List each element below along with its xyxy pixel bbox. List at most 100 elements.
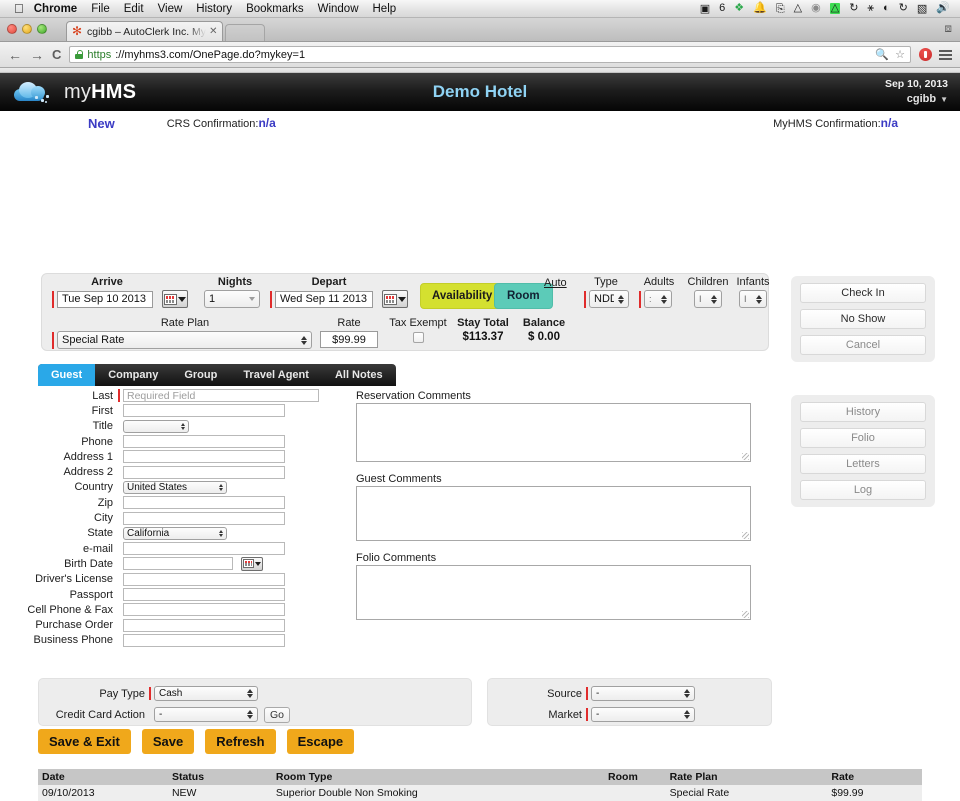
- tab-company[interactable]: Company: [95, 364, 171, 386]
- tab-group[interactable]: Group: [171, 364, 230, 386]
- tab-close-icon[interactable]: ✕: [209, 26, 217, 37]
- first-name-input[interactable]: [123, 404, 285, 417]
- source-select[interactable]: -: [591, 686, 695, 701]
- availability-button[interactable]: Availability: [420, 283, 504, 309]
- infants-select[interactable]: I: [739, 290, 767, 308]
- app-icon[interactable]: △: [830, 3, 840, 14]
- zip-input[interactable]: [123, 496, 285, 509]
- display-icon[interactable]: ▧: [917, 3, 927, 14]
- state-select[interactable]: California: [123, 527, 227, 540]
- passport-input[interactable]: [123, 588, 285, 601]
- last-name-input[interactable]: Required Field: [123, 389, 319, 402]
- purchase-order-input[interactable]: [123, 619, 285, 632]
- title-select[interactable]: [123, 420, 189, 433]
- nights-select[interactable]: 1: [204, 290, 260, 308]
- no-show-button[interactable]: No Show: [800, 309, 926, 329]
- menu-window[interactable]: Window: [318, 3, 359, 15]
- bluetooth-icon[interactable]: ⚹: [867, 3, 874, 14]
- city-input[interactable]: [123, 512, 285, 525]
- credit-card-action-select[interactable]: -: [154, 707, 258, 722]
- stop-icon[interactable]: [919, 48, 932, 61]
- back-button[interactable]: ←: [8, 48, 22, 62]
- tax-exempt-checkbox[interactable]: [413, 332, 424, 343]
- tab-all-notes[interactable]: All Notes: [322, 364, 396, 386]
- refresh-button[interactable]: Refresh: [205, 729, 275, 754]
- type-select[interactable]: NDD: [589, 290, 629, 308]
- last-required-marker: [118, 389, 120, 402]
- cancel-button[interactable]: Cancel: [800, 335, 926, 355]
- auto-link[interactable]: Auto: [544, 277, 567, 289]
- menu-bookmarks[interactable]: Bookmarks: [246, 3, 304, 15]
- table-row[interactable]: 09/10/2013 NEW Superior Double Non Smoki…: [38, 785, 922, 801]
- hamburger-icon[interactable]: [939, 50, 952, 60]
- new-tab-button[interactable]: [225, 24, 265, 41]
- menu-help[interactable]: Help: [373, 3, 397, 15]
- pay-type-select[interactable]: Cash: [154, 686, 258, 701]
- menu-view[interactable]: View: [158, 3, 183, 15]
- dropbox-icon[interactable]: ❖: [734, 3, 744, 14]
- address2-input[interactable]: [123, 466, 285, 479]
- history-button[interactable]: History: [800, 402, 926, 422]
- minimize-window-button[interactable]: [22, 24, 32, 34]
- rate-plan-select[interactable]: Special Rate: [57, 331, 312, 349]
- check-in-button[interactable]: Check In: [800, 283, 926, 303]
- close-window-button[interactable]: [7, 24, 17, 34]
- adobe-icon[interactable]: ▣: [700, 3, 710, 14]
- tab-travel-agent[interactable]: Travel Agent: [230, 364, 322, 386]
- escape-button[interactable]: Escape: [287, 729, 355, 754]
- menu-edit[interactable]: Edit: [124, 3, 144, 15]
- volume-icon[interactable]: 🔊: [936, 3, 950, 14]
- reservation-comments-textarea[interactable]: [356, 403, 751, 462]
- address1-input[interactable]: [123, 450, 285, 463]
- save-and-exit-button[interactable]: Save & Exit: [38, 729, 131, 754]
- birth-date-calendar-icon[interactable]: [241, 557, 263, 571]
- guest-comments-textarea[interactable]: [356, 486, 751, 541]
- search-icon[interactable]: 🔍: [875, 48, 889, 61]
- market-select[interactable]: -: [591, 707, 695, 722]
- rate-input[interactable]: $99.99: [320, 331, 378, 348]
- menu-file[interactable]: File: [91, 3, 110, 15]
- forward-button[interactable]: →: [30, 48, 44, 62]
- header-user-menu[interactable]: cgibb▼: [885, 92, 948, 107]
- tab-guest[interactable]: Guest: [38, 364, 95, 386]
- go-button[interactable]: Go: [264, 707, 290, 723]
- cell-phone-fax-input[interactable]: [123, 603, 285, 616]
- bell-icon[interactable]: 🔔: [753, 3, 767, 14]
- birth-date-input[interactable]: [123, 557, 233, 570]
- drive-icon[interactable]: △: [794, 3, 802, 14]
- wifi-icon[interactable]: ◐: [883, 3, 890, 14]
- country-select[interactable]: United States: [123, 481, 227, 494]
- system-tray: ▣ 6 ❖ 🔔 ⎘ △ ◉ △ ↻ ⚹ ◐ ↻ ▧ 🔊: [700, 3, 950, 14]
- depart-date-input[interactable]: Wed Sep 11 2013: [275, 291, 373, 308]
- letters-button[interactable]: Letters: [800, 454, 926, 474]
- email-input[interactable]: [123, 542, 285, 555]
- log-button[interactable]: Log: [800, 480, 926, 500]
- zoom-window-button[interactable]: [37, 24, 47, 34]
- menu-chrome[interactable]: Chrome: [34, 3, 77, 15]
- arrive-calendar-icon[interactable]: [162, 290, 188, 308]
- depart-calendar-icon[interactable]: [382, 290, 408, 308]
- timemachine-icon[interactable]: ↻: [849, 3, 858, 14]
- evernote-icon[interactable]: ◉: [811, 3, 821, 14]
- children-select[interactable]: I: [694, 290, 722, 308]
- address-bar[interactable]: https://myhms3.com/OnePage.do?mykey=1 🔍 …: [69, 46, 911, 63]
- drivers-license-input[interactable]: [123, 573, 285, 586]
- business-phone-input[interactable]: [123, 634, 285, 647]
- sync-icon[interactable]: ↻: [899, 3, 908, 14]
- folio-comments-textarea[interactable]: [356, 565, 751, 620]
- folio-button[interactable]: Folio: [800, 428, 926, 448]
- adults-select[interactable]: :: [644, 290, 672, 308]
- menu-history[interactable]: History: [196, 3, 232, 15]
- arrive-date-input[interactable]: Tue Sep 10 2013: [57, 291, 153, 308]
- save-button[interactable]: Save: [142, 729, 194, 754]
- label-first: First: [22, 405, 118, 417]
- reload-button[interactable]: C: [52, 48, 61, 61]
- phone-input[interactable]: [123, 435, 285, 448]
- star-icon[interactable]: ☆: [895, 48, 905, 61]
- browser-tab[interactable]: cgibb – AutoClerk Inc. My ✕: [66, 21, 223, 41]
- app-logo[interactable]: myHMS: [12, 80, 136, 104]
- apple-menu-icon[interactable]: : [14, 2, 24, 15]
- maximize-icon[interactable]: ⧈: [944, 21, 952, 36]
- copy-icon[interactable]: ⎘: [776, 3, 785, 14]
- state-value: California: [127, 528, 215, 539]
